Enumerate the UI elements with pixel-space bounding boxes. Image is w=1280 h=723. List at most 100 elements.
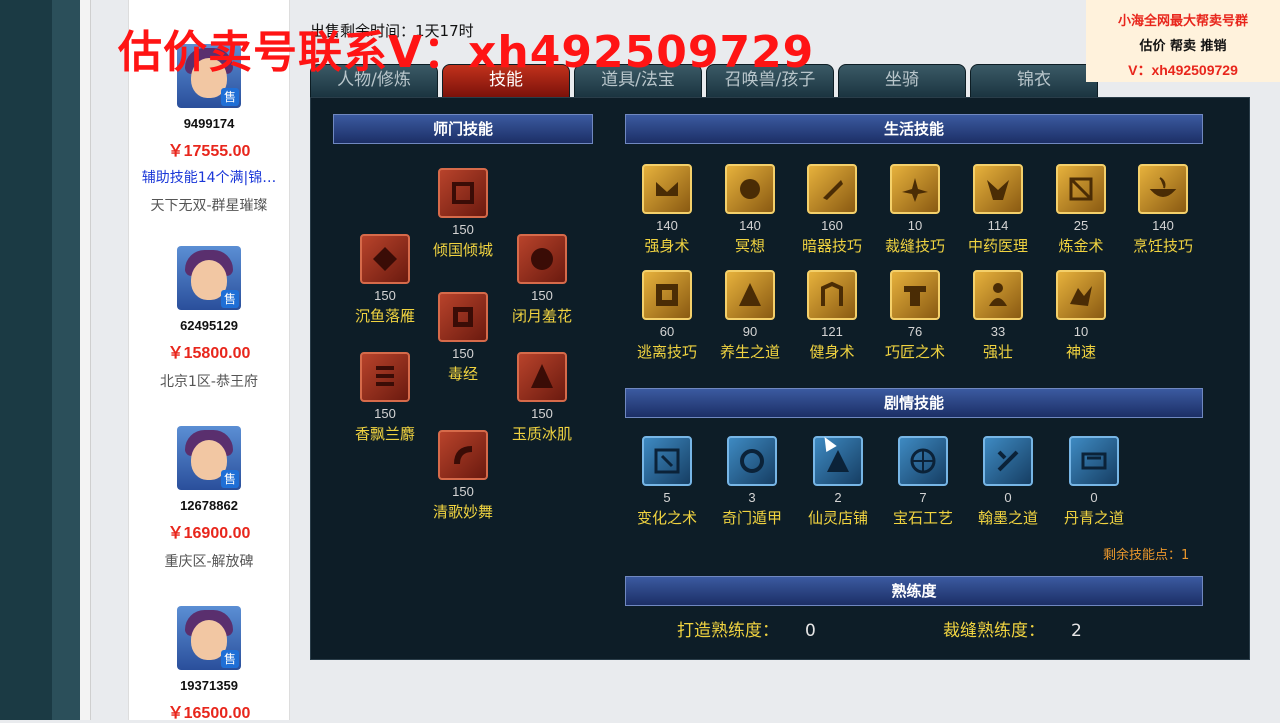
rail-edge: [80, 0, 91, 720]
story-skill-icon: [898, 436, 948, 486]
story-skill[interactable]: 7 宝石工艺: [883, 436, 963, 528]
life-skill-icon: [725, 164, 775, 214]
story-skill-icon: [642, 436, 692, 486]
skill-name: 巧匠之术: [884, 343, 945, 361]
skill-level: 150: [452, 484, 474, 499]
school-skill[interactable]: 150 玉质冰肌: [502, 352, 582, 444]
tab-outfits[interactable]: 锦衣: [970, 64, 1098, 98]
listing-price: ￥15800.00: [167, 345, 251, 362]
skill-name: 中药医理: [967, 237, 1028, 255]
life-skill[interactable]: 90 养生之道: [710, 270, 790, 362]
life-skill[interactable]: 25 炼金术: [1041, 164, 1121, 256]
story-skill[interactable]: 0 翰墨之道: [968, 436, 1048, 528]
life-skill[interactable]: 33 强壮: [958, 270, 1038, 362]
school-skill-icon: [360, 352, 410, 402]
skill-name: 倾国倾城: [432, 241, 493, 259]
forge-proficiency-label: 打造熟练度：: [677, 621, 779, 641]
tab-mounts[interactable]: 坐骑: [838, 64, 966, 98]
school-skills-header: 师门技能: [333, 114, 593, 144]
school-skill-icon: [438, 430, 488, 480]
listing-server: 北京1区-恭王府: [160, 374, 258, 390]
life-skill[interactable]: 121 健身术: [792, 270, 872, 362]
skill-name: 翰墨之道: [977, 509, 1038, 527]
listing-id: 19371359: [180, 678, 238, 693]
story-skill[interactable]: 0 丹青之道: [1054, 436, 1134, 528]
story-skill-icon: [727, 436, 777, 486]
skill-level: 76: [907, 324, 923, 339]
skill-name: 丹青之道: [1063, 509, 1124, 527]
listing-item[interactable]: 售 12678862 ￥16900.00 重庆区-解放碑: [129, 426, 289, 571]
tailor-proficiency: 裁缝熟练度： 2: [943, 616, 1082, 641]
skill-name: 宝石工艺: [892, 509, 953, 527]
listing-price: ￥17555.00: [167, 143, 251, 160]
skill-level: 150: [452, 346, 474, 361]
story-skill-icon: [983, 436, 1033, 486]
skill-level: 0: [1090, 490, 1098, 505]
school-skill-icon: [438, 292, 488, 342]
sale-badge: 售: [221, 88, 239, 106]
skill-level: 150: [452, 222, 474, 237]
listing-server: 重庆区-解放碑: [164, 554, 254, 570]
listing-skill-summary[interactable]: 辅助技能14个满|锦…: [129, 167, 289, 187]
listing-id: 12678862: [180, 498, 238, 513]
skill-name: 暗器技巧: [801, 237, 862, 255]
listing-item[interactable]: 售 19371359 ￥16500.00: [129, 606, 289, 723]
life-skill[interactable]: 160 暗器技巧: [792, 164, 872, 256]
forge-proficiency-value: 0: [805, 621, 816, 641]
skill-name: 冥想: [734, 237, 765, 255]
life-skill-icon: [890, 164, 940, 214]
skill-level: 150: [374, 406, 396, 421]
story-skill[interactable]: 2 仙灵店铺: [798, 436, 878, 528]
school-skill[interactable]: 150 香飘兰麝: [345, 352, 425, 444]
school-skill-icon: [517, 352, 567, 402]
school-skill-icon: [438, 168, 488, 218]
listing-id: 9499174: [183, 116, 235, 131]
life-skill[interactable]: 60 逃离技巧: [627, 270, 707, 362]
life-skill[interactable]: 140 强身术: [627, 164, 707, 256]
life-skill[interactable]: 76 巧匠之术: [875, 270, 955, 362]
left-rail: [0, 0, 80, 720]
story-skill[interactable]: 3 奇门遁甲: [712, 436, 792, 528]
story-skill[interactable]: 5 变化之术: [627, 436, 707, 528]
character-avatar[interactable]: 售: [177, 426, 241, 490]
school-skill[interactable]: 150 沉鱼落雁: [345, 234, 425, 326]
skill-name: 裁缝技巧: [884, 237, 945, 255]
skill-name: 强壮: [982, 343, 1013, 361]
skill-level: 114: [987, 218, 1009, 233]
rail-stripe: [52, 0, 80, 720]
listing-column: 售 9499174 ￥17555.00 辅助技能14个满|锦… 天下无双-群星璀…: [128, 0, 290, 723]
forge-proficiency: 打造熟练度： 0: [677, 616, 816, 641]
life-skill[interactable]: 140 烹饪技巧: [1123, 164, 1203, 256]
life-skill-icon: [807, 164, 857, 214]
skill-name: 健身术: [809, 343, 855, 361]
school-skill[interactable]: 150 倾国倾城: [423, 168, 503, 260]
sale-badge: 售: [221, 290, 239, 308]
life-skill-icon: [1056, 164, 1106, 214]
skill-name: 毒经: [447, 365, 478, 383]
listing-server: 天下无双-群星璀璨: [150, 198, 268, 214]
skill-name: 烹饪技巧: [1132, 237, 1193, 255]
school-skill[interactable]: 150 闭月羞花: [502, 234, 582, 326]
proficiency-header: 熟练度: [625, 576, 1203, 606]
school-skill[interactable]: 150 清歌妙舞: [423, 430, 503, 522]
skill-name: 逃离技巧: [636, 343, 697, 361]
life-skill[interactable]: 114 中药医理: [958, 164, 1038, 256]
character-avatar[interactable]: 售: [177, 246, 241, 310]
sale-badge: 售: [221, 650, 239, 668]
skill-name: 奇门遁甲: [721, 509, 782, 527]
listing-price: ￥16500.00: [167, 705, 251, 722]
school-skill[interactable]: 150 毒经: [423, 292, 503, 384]
life-skill[interactable]: 10 神速: [1041, 270, 1121, 362]
character-avatar[interactable]: 售: [177, 606, 241, 670]
life-skill[interactable]: 140 冥想: [710, 164, 790, 256]
skill-level: 150: [374, 288, 396, 303]
life-skill-icon: [890, 270, 940, 320]
promo-line-1: 小海全网最大帮卖号群: [1117, 14, 1248, 29]
skill-level: 10: [1073, 324, 1089, 339]
remaining-skill-points: 剩余技能点：1: [1103, 548, 1190, 563]
listing-item[interactable]: 售 62495129 ￥15800.00 北京1区-恭王府: [129, 246, 289, 391]
school-skill-icon: [360, 234, 410, 284]
tailor-proficiency-value: 2: [1071, 621, 1082, 641]
life-skill[interactable]: 10 裁缝技巧: [875, 164, 955, 256]
skill-level: 140: [1152, 218, 1174, 233]
